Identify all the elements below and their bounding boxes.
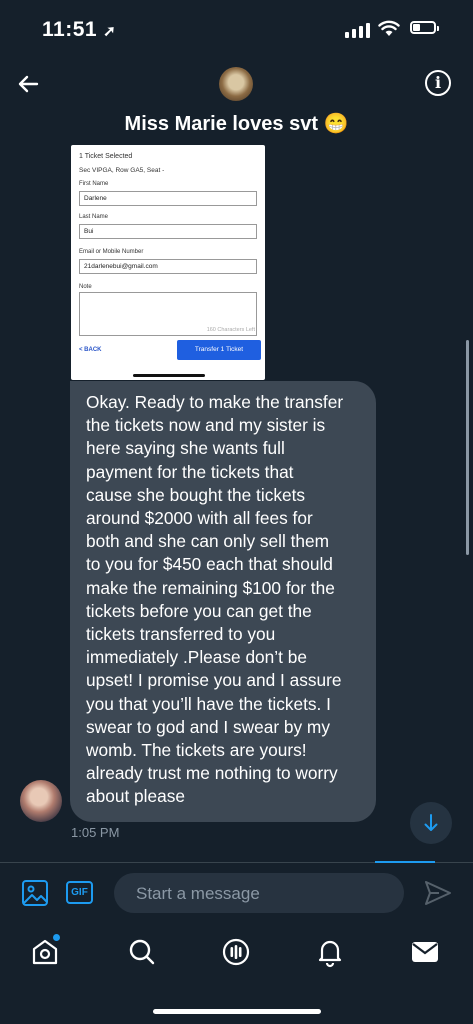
last-name-field: Bui: [79, 224, 257, 239]
location-arrow-icon: ➚: [103, 23, 117, 40]
sender-avatar[interactable]: [20, 780, 62, 822]
search-icon[interactable]: [126, 936, 158, 968]
attachment-home-indicator: [133, 374, 205, 377]
battery-icon: [410, 21, 439, 34]
chars-left-text: 160 Characters Left: [206, 327, 255, 333]
cellular-signal-icon: [345, 23, 370, 38]
battery-fill: [413, 24, 420, 31]
first-name-label: First Name: [79, 181, 109, 187]
back-button[interactable]: [12, 68, 44, 100]
scroll-to-bottom-button[interactable]: [410, 802, 452, 844]
notifications-icon[interactable]: [314, 936, 346, 968]
last-name-label: Last Name: [79, 214, 109, 220]
image-attachment[interactable]: 1 Ticket Selected Sec VIPGA, Row GA5, Se…: [71, 145, 265, 380]
messages-icon[interactable]: [409, 936, 441, 968]
email-label: Email or Mobile Number: [79, 249, 144, 255]
transfer-ticket-button: Transfer 1 Ticket: [177, 340, 261, 360]
spaces-icon[interactable]: [220, 936, 252, 968]
tickets-selected-text: 1 Ticket Selected: [79, 153, 133, 160]
message-timestamp: 1:05 PM: [71, 825, 120, 840]
gif-button[interactable]: GIF: [66, 881, 93, 904]
arrow-down-icon: [424, 814, 438, 831]
attachment-back-link: < BACK: [79, 347, 102, 353]
scrollbar[interactable]: [466, 340, 469, 555]
info-button[interactable]: i: [425, 70, 451, 96]
message-text: Okay. Ready to make the transfer the tic…: [86, 392, 344, 807]
wifi-icon: [378, 20, 400, 36]
message-input[interactable]: [134, 873, 398, 915]
first-name-field: Darlene: [79, 191, 257, 206]
conversation-avatar[interactable]: [219, 67, 253, 101]
note-label: Note: [79, 284, 92, 290]
home-notification-dot: [53, 934, 60, 941]
send-button[interactable]: [423, 878, 453, 908]
message-bubble[interactable]: Okay. Ready to make the transfer the tic…: [70, 381, 376, 822]
email-field: 21darlenebui@gmail.com: [79, 259, 257, 274]
message-composer[interactable]: [114, 873, 404, 915]
seat-info-text: Sec VIPGA, Row GA5, Seat -: [79, 167, 165, 174]
composer-accent-line: [375, 861, 435, 863]
status-time: 11:51 ➚: [42, 18, 117, 41]
home-indicator: [153, 1009, 321, 1014]
conversation-title[interactable]: Miss Marie loves svt 😁: [0, 111, 473, 136]
image-upload-button[interactable]: [21, 879, 49, 907]
